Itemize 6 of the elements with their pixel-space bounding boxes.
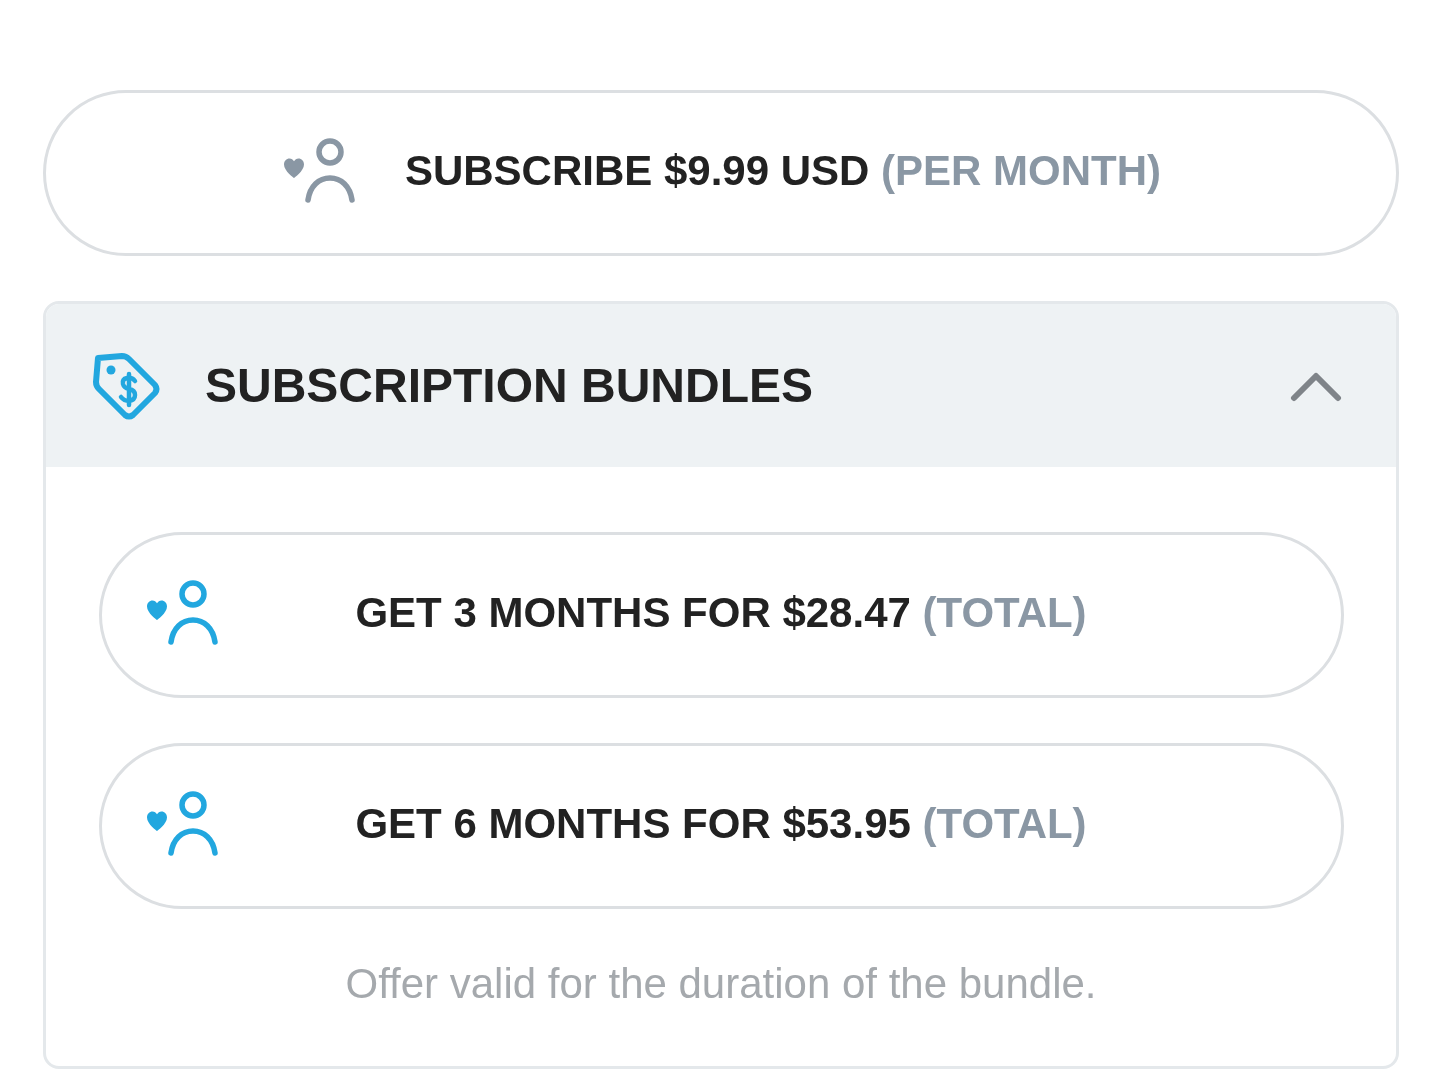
subscribe-button[interactable]: SUBSCRIBE $9.99 USD (PER MONTH) [43,90,1399,256]
bundles-header[interactable]: SUBSCRIPTION BUNDLES [46,304,1396,467]
bundle-button[interactable]: GET 6 MONTHS FOR $53.95 (TOTAL) [98,743,1344,909]
bundle-button[interactable]: GET 3 MONTHS FOR $28.47 (TOTAL) [98,532,1344,698]
bundles-title: SUBSCRIPTION BUNDLES [205,358,815,413]
offer-note: Offer valid for the duration of the bundle. [345,960,1097,1008]
